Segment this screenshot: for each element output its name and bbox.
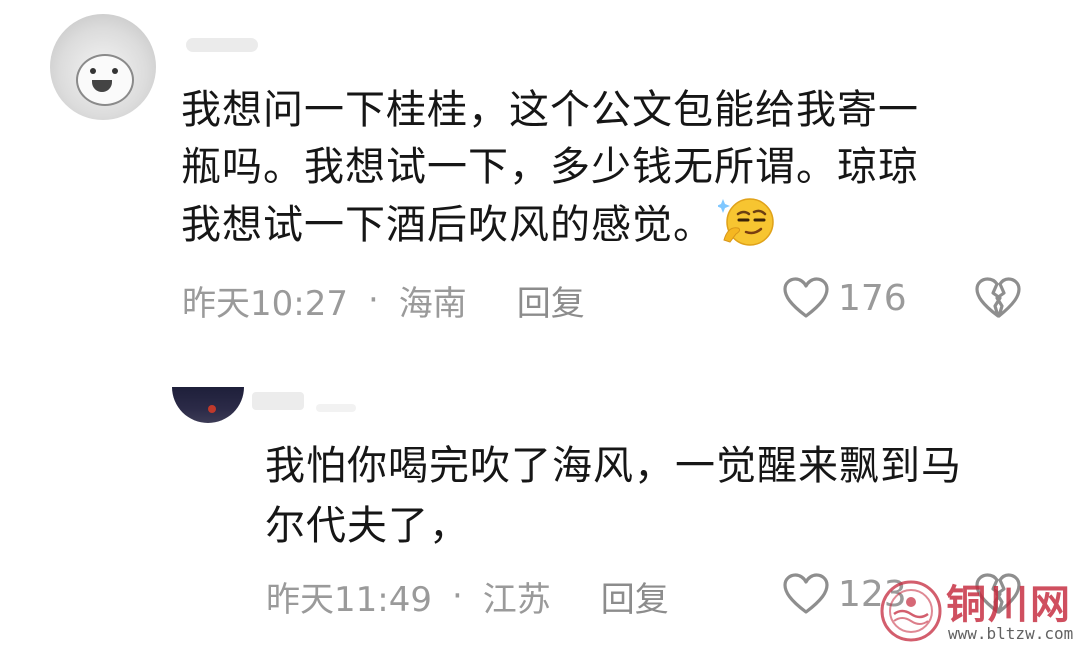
comment-time: 昨天10:27 [182,283,348,324]
dislike-button[interactable] [974,276,1022,324]
meta-separator: · [367,280,379,320]
like-count: 123 [838,573,907,615]
username-blurred-tail [316,404,356,412]
comment-line: 瓶吗。我想试一下，多少钱无所谓。琼琼 [181,144,919,190]
heart-outline-icon [782,276,830,320]
comment-line: 我怕你喝完吹了海风，一觉醒来飘到马 [265,443,962,489]
avatar-eye-right [112,68,118,74]
avatar-eye-left [90,68,96,74]
comment-line: 我想试一下酒后吹风的感觉。 [181,202,714,248]
like-count: 176 [838,277,907,319]
comment-meta: 昨天10:27 · 海南 回复 [182,276,585,324]
broken-heart-icon [974,277,1022,324]
comment-meta: 昨天11:49 · 江苏 回复 [266,572,669,620]
reply-button[interactable]: 回复 [601,572,669,621]
comment-line: 尔代夫了， [265,503,470,549]
username-blurred[interactable] [186,38,258,52]
avatar[interactable] [172,387,244,423]
heart-outline-icon [782,572,830,616]
like-button[interactable]: 123 [782,572,907,616]
reply-comment-text: 我怕你喝完吹了海风，一觉醒来飘到马 尔代夫了， [265,436,1045,556]
comment-time: 昨天11:49 [266,579,432,620]
comment-text: 我想问一下桂桂，这个公文包能给我寄一 瓶吗。我想试一下，多少钱无所谓。琼琼 我想… [181,82,1021,254]
dislike-button[interactable] [974,572,1022,620]
comment-line: 我想问一下桂桂，这个公文包能给我寄一 [181,87,919,133]
reply-button[interactable]: 回复 [517,276,585,325]
smirk-thinking-emoji [716,196,774,248]
comment-location: 海南 [398,283,467,324]
avatar[interactable] [50,14,156,120]
comment-thread: 我想问一下桂桂，这个公文包能给我寄一 瓶吗。我想试一下，多少钱无所谓。琼琼 我想… [0,0,1080,650]
username-blurred[interactable] [252,392,304,410]
avatar-detail [208,405,216,413]
broken-heart-icon [974,573,1022,620]
watermark-url: www.bltzw.com [948,624,1074,643]
like-button[interactable]: 176 [782,276,907,320]
meta-separator: · [451,576,463,616]
comment-location: 江苏 [482,579,551,620]
